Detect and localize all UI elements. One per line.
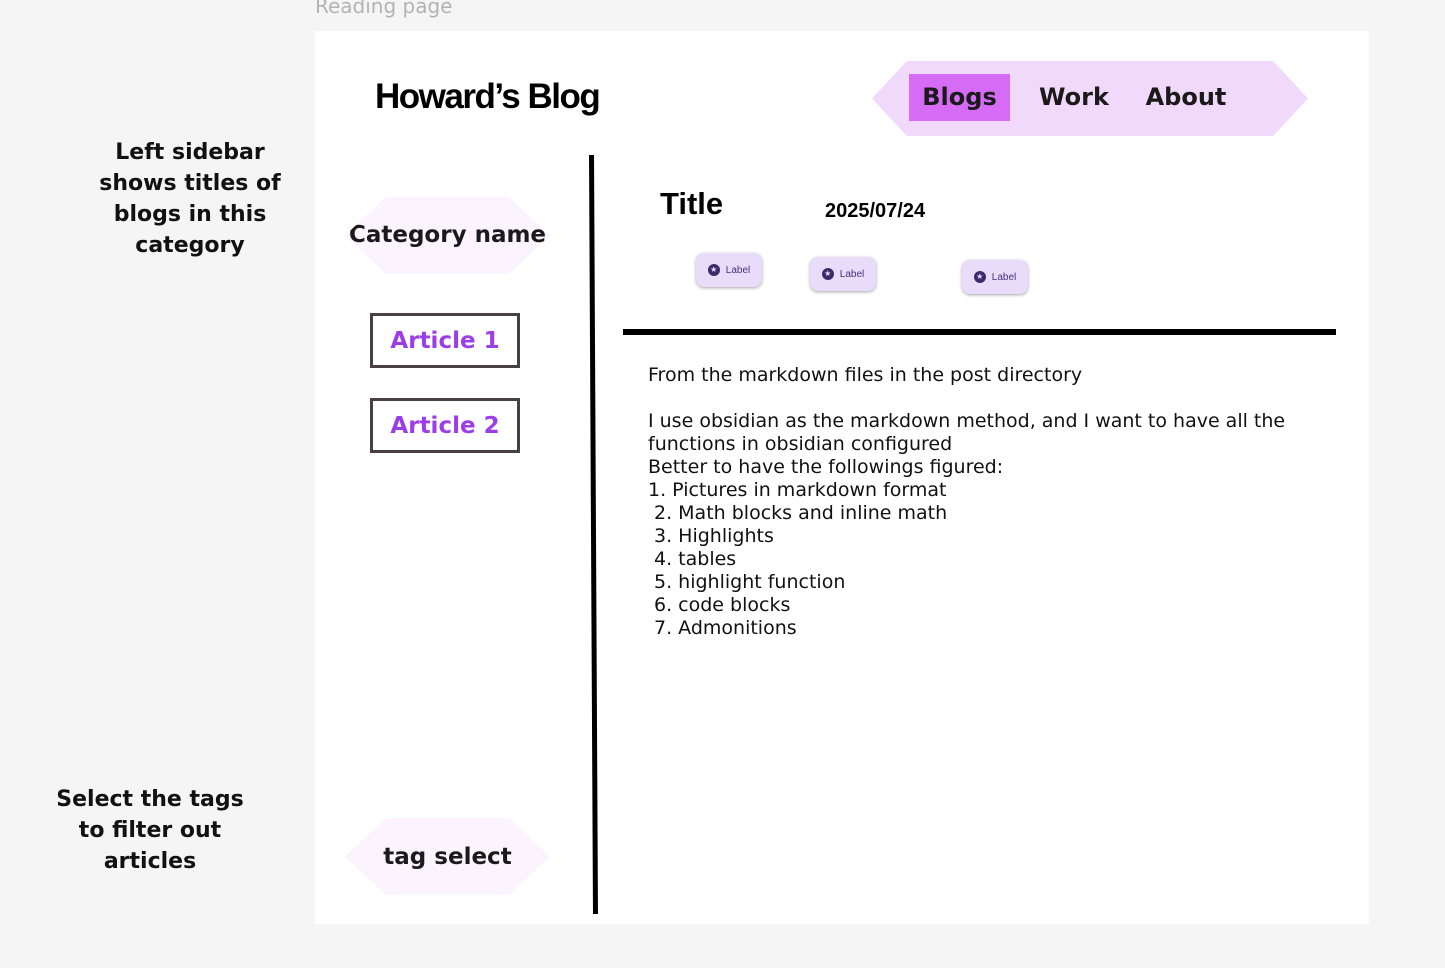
sidebar-article-2-link[interactable]: Article 2 <box>370 398 520 453</box>
label-chip-text: Label <box>839 268 865 280</box>
label-chip-text: Label <box>725 264 751 276</box>
site-title[interactable]: Howard’s Blog <box>375 77 601 117</box>
sidebar-divider <box>589 155 598 914</box>
post-date: 2025/07/24 <box>825 200 926 222</box>
post-body: From the markdown files in the post dire… <box>648 364 1328 640</box>
star-icon: ★ <box>707 264 720 276</box>
label-chip[interactable]: ★ Label <box>962 260 1028 294</box>
label-chip[interactable]: ★ Label <box>696 253 762 287</box>
category-name-badge[interactable]: Category name <box>345 197 550 274</box>
star-icon: ★ <box>973 271 986 283</box>
nav-item-work[interactable]: Work <box>1030 74 1118 121</box>
list-item: 1. Pictures in markdown format <box>648 479 947 501</box>
post-list-heading: Better to have the followings figured: <box>648 456 1004 478</box>
list-item: 7. Admonitions <box>654 617 797 639</box>
post-intro: From the markdown files in the post dire… <box>648 364 1083 386</box>
header-divider <box>623 329 1336 335</box>
annotation-sidebar-note: Left sidebar shows titles of blogs in th… <box>99 140 281 258</box>
star-icon: ★ <box>821 268 834 280</box>
post-title: Title <box>660 186 724 221</box>
annotation-tags-note: Select the tags to filter out articles <box>56 787 244 874</box>
nav-item-blogs[interactable]: Blogs <box>909 74 1010 121</box>
sidebar-article-1-link[interactable]: Article 1 <box>370 313 520 368</box>
nav-item-about[interactable]: About <box>1142 74 1230 121</box>
list-item: 6. code blocks <box>654 594 791 616</box>
list-item: 3. Highlights <box>654 525 774 547</box>
list-item: 4. tables <box>654 548 737 570</box>
post-paragraph: I use obsidian as the markdown method, a… <box>648 410 1286 455</box>
list-item: 5. highlight function <box>654 571 846 593</box>
list-item: 2. Math blocks and inline math <box>654 502 948 524</box>
reading-page-canvas: Howard’s Blog Blogs Work About Category … <box>315 31 1369 924</box>
label-chip-text: Label <box>991 271 1017 283</box>
label-chip[interactable]: ★ Label <box>810 257 876 291</box>
frame-label: Reading page <box>315 0 453 18</box>
tag-select-button[interactable]: tag select <box>345 818 550 895</box>
